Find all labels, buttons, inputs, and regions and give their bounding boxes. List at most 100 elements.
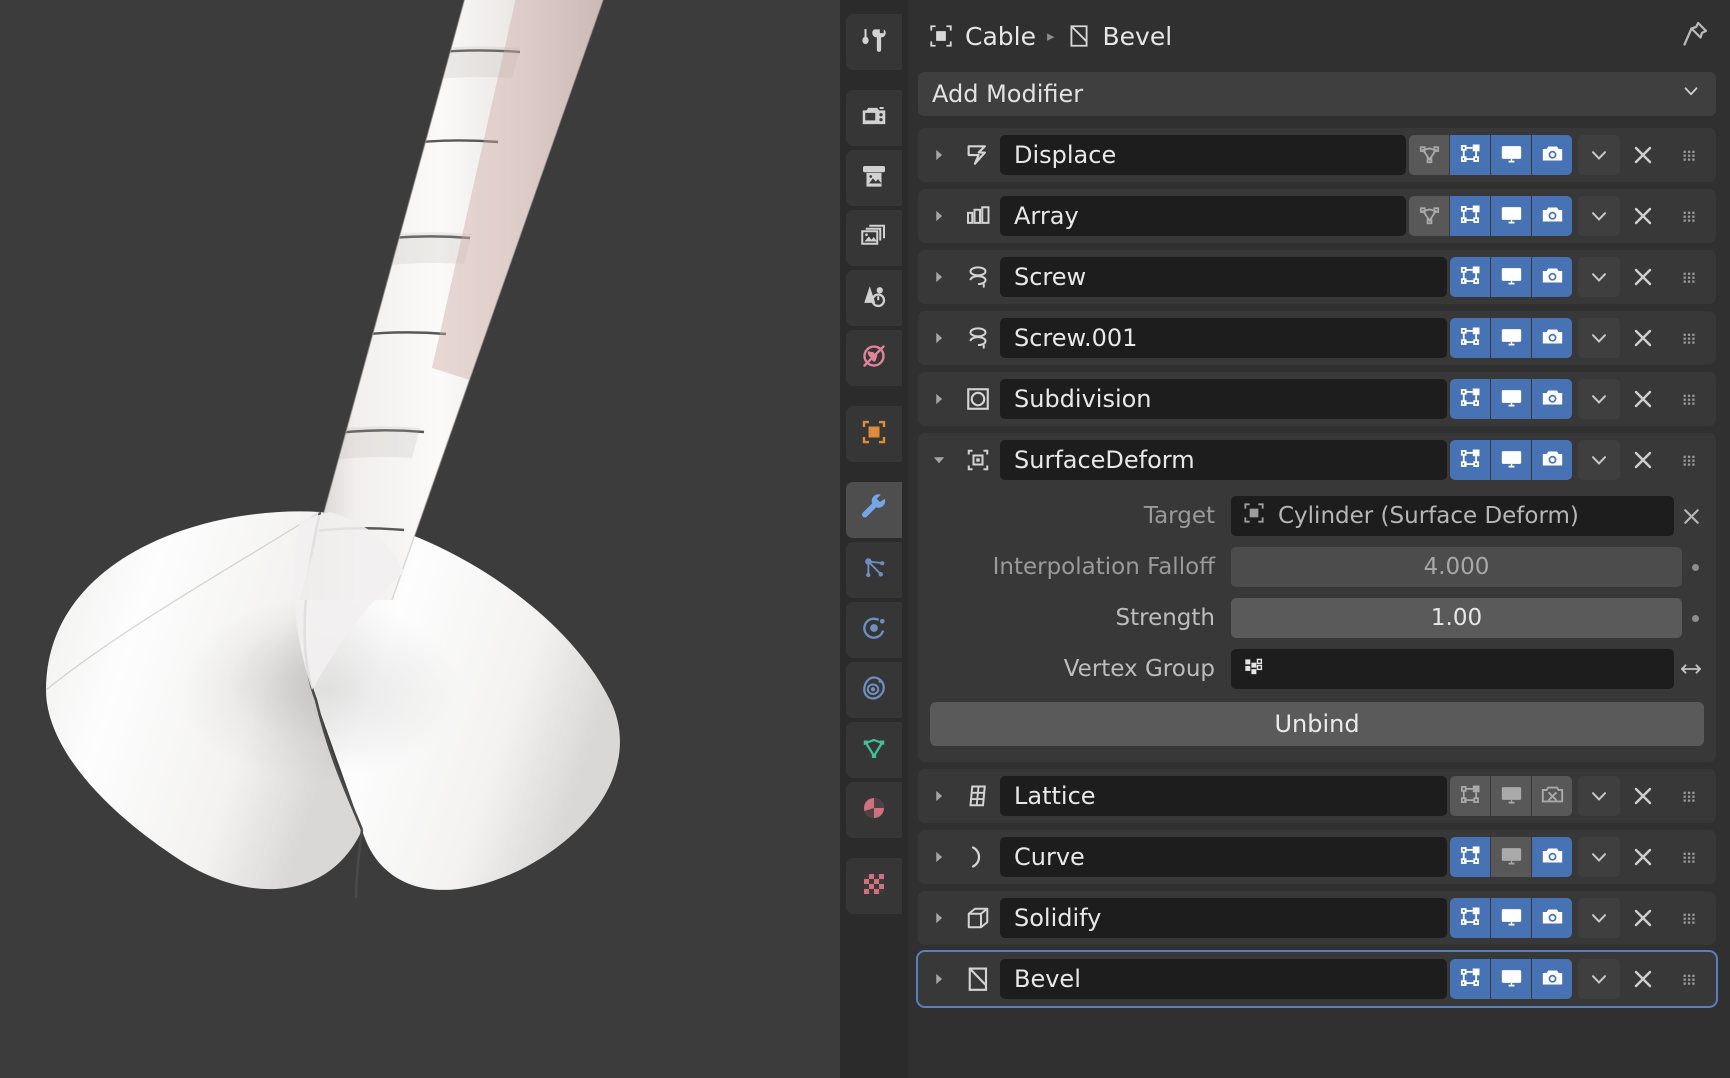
toggle-render[interactable] xyxy=(1532,898,1572,938)
modifier-array[interactable]: Array xyxy=(918,189,1716,243)
toggle-edit-mode[interactable] xyxy=(1450,135,1490,175)
toggle-edit-mode[interactable] xyxy=(1450,196,1490,236)
modifier-header[interactable]: Solidify xyxy=(922,895,1712,941)
toggle-render[interactable] xyxy=(1532,135,1572,175)
modifier-header[interactable]: Displace xyxy=(922,132,1712,178)
modifier-name-field[interactable]: SurfaceDeform xyxy=(1000,440,1447,480)
modifier-extras-dropdown[interactable] xyxy=(1578,257,1620,297)
toggle-on-cage[interactable] xyxy=(1409,196,1449,236)
toggle-edit-mode[interactable] xyxy=(1450,318,1490,358)
modifier-header[interactable]: SurfaceDeform xyxy=(922,437,1712,483)
modifier-extras-dropdown[interactable] xyxy=(1578,379,1620,419)
toggle-edit-mode[interactable] xyxy=(1450,440,1490,480)
modifier-bevel[interactable]: Bevel xyxy=(916,950,1718,1008)
modifier-header[interactable]: Lattice xyxy=(922,773,1712,819)
properties-tab-output[interactable] xyxy=(846,150,902,206)
toggle-render[interactable] xyxy=(1532,379,1572,419)
modifier-extras-dropdown[interactable] xyxy=(1578,776,1620,816)
toggle-realtime[interactable] xyxy=(1491,440,1531,480)
modifier-header[interactable]: Curve xyxy=(922,834,1712,880)
modifier-delete-button[interactable] xyxy=(1620,782,1666,810)
triangle-right-icon[interactable] xyxy=(922,846,956,868)
properties-tab-texture[interactable] xyxy=(846,858,902,914)
properties-tab-constraints[interactable] xyxy=(846,662,902,718)
toggle-render[interactable] xyxy=(1532,196,1572,236)
toggle-on-cage[interactable] xyxy=(1409,135,1449,175)
modifier-name-field[interactable]: Lattice xyxy=(1000,776,1447,816)
modifier-drag-handle[interactable] xyxy=(1666,905,1712,931)
breadcrumb-modifier[interactable]: Bevel xyxy=(1066,22,1172,51)
vertex-group-field[interactable] xyxy=(1231,649,1674,689)
toggle-edit-mode[interactable] xyxy=(1450,898,1490,938)
toggle-edit-mode[interactable] xyxy=(1450,837,1490,877)
modifier-name-field[interactable]: Array xyxy=(1000,196,1406,236)
toggle-render[interactable] xyxy=(1532,776,1572,816)
triangle-down-icon[interactable] xyxy=(922,449,956,471)
modifier-solidify[interactable]: Solidify xyxy=(918,891,1716,945)
toggle-edit-mode[interactable] xyxy=(1450,959,1490,999)
target-clear-button[interactable] xyxy=(1674,504,1708,529)
modifier-drag-handle[interactable] xyxy=(1666,386,1712,412)
properties-tab-object-data[interactable] xyxy=(846,722,902,778)
animate-dot-strength[interactable] xyxy=(1682,614,1708,622)
modifier-header[interactable]: Subdivision xyxy=(922,376,1712,422)
modifier-name-field[interactable]: Solidify xyxy=(1000,898,1447,938)
toggle-realtime[interactable] xyxy=(1491,898,1531,938)
toggle-render[interactable] xyxy=(1532,959,1572,999)
toggle-render[interactable] xyxy=(1532,440,1572,480)
properties-tab-particles[interactable] xyxy=(846,542,902,598)
modifier-extras-dropdown[interactable] xyxy=(1578,135,1620,175)
modifier-extras-dropdown[interactable] xyxy=(1578,898,1620,938)
modifier-extras-dropdown[interactable] xyxy=(1578,837,1620,877)
pin-icon[interactable] xyxy=(1680,19,1710,53)
modifier-header[interactable]: Bevel xyxy=(922,956,1712,1002)
properties-tab-physics[interactable] xyxy=(846,602,902,658)
target-object-field[interactable]: Cylinder (Surface Deform) xyxy=(1231,496,1674,536)
modifier-extras-dropdown[interactable] xyxy=(1578,440,1620,480)
modifier-screw[interactable]: Screw xyxy=(918,250,1716,304)
triangle-right-icon[interactable] xyxy=(922,785,956,807)
modifier-displace[interactable]: Displace xyxy=(918,128,1716,182)
toggle-realtime[interactable] xyxy=(1491,257,1531,297)
toggle-render[interactable] xyxy=(1532,837,1572,877)
toggle-edit-mode[interactable] xyxy=(1450,776,1490,816)
toggle-realtime[interactable] xyxy=(1491,959,1531,999)
toggle-render[interactable] xyxy=(1532,257,1572,297)
modifier-drag-handle[interactable] xyxy=(1666,783,1712,809)
toggle-edit-mode[interactable] xyxy=(1450,379,1490,419)
modifier-subdivision[interactable]: Subdivision xyxy=(918,372,1716,426)
modifier-drag-handle[interactable] xyxy=(1666,142,1712,168)
toggle-render[interactable] xyxy=(1532,318,1572,358)
modifier-delete-button[interactable] xyxy=(1620,324,1666,352)
toggle-realtime[interactable] xyxy=(1491,379,1531,419)
modifier-drag-handle[interactable] xyxy=(1666,447,1712,473)
modifier-delete-button[interactable] xyxy=(1620,843,1666,871)
modifier-name-field[interactable]: Curve xyxy=(1000,837,1447,877)
modifier-extras-dropdown[interactable] xyxy=(1578,959,1620,999)
modifier-delete-button[interactable] xyxy=(1620,965,1666,993)
modifier-name-field[interactable]: Screw.001 xyxy=(1000,318,1447,358)
3d-viewport[interactable] xyxy=(0,0,840,1078)
properties-tab-view-layer[interactable] xyxy=(846,210,902,266)
modifier-drag-handle[interactable] xyxy=(1666,966,1712,992)
toggle-edit-mode[interactable] xyxy=(1450,257,1490,297)
properties-tab-modifiers[interactable] xyxy=(846,482,902,538)
modifier-extras-dropdown[interactable] xyxy=(1578,196,1620,236)
properties-tab-material[interactable] xyxy=(846,782,902,838)
modifier-surfacedeform[interactable]: SurfaceDeform Target Cylinder (Surface Def… xyxy=(918,433,1716,762)
modifier-delete-button[interactable] xyxy=(1620,202,1666,230)
modifier-name-field[interactable]: Displace xyxy=(1000,135,1406,175)
modifier-curve[interactable]: Curve xyxy=(918,830,1716,884)
toggle-realtime[interactable] xyxy=(1491,776,1531,816)
modifier-header[interactable]: Screw xyxy=(922,254,1712,300)
interpolation-falloff-value[interactable]: 4.000 xyxy=(1231,547,1682,587)
toggle-realtime[interactable] xyxy=(1491,837,1531,877)
triangle-right-icon[interactable] xyxy=(922,327,956,349)
strength-value[interactable]: 1.00 xyxy=(1231,598,1682,638)
modifier-name-field[interactable]: Bevel xyxy=(1000,959,1447,999)
modifier-delete-button[interactable] xyxy=(1620,263,1666,291)
triangle-right-icon[interactable] xyxy=(922,144,956,166)
modifier-drag-handle[interactable] xyxy=(1666,203,1712,229)
modifier-name-field[interactable]: Screw xyxy=(1000,257,1447,297)
modifier-header[interactable]: Screw.001 xyxy=(922,315,1712,361)
